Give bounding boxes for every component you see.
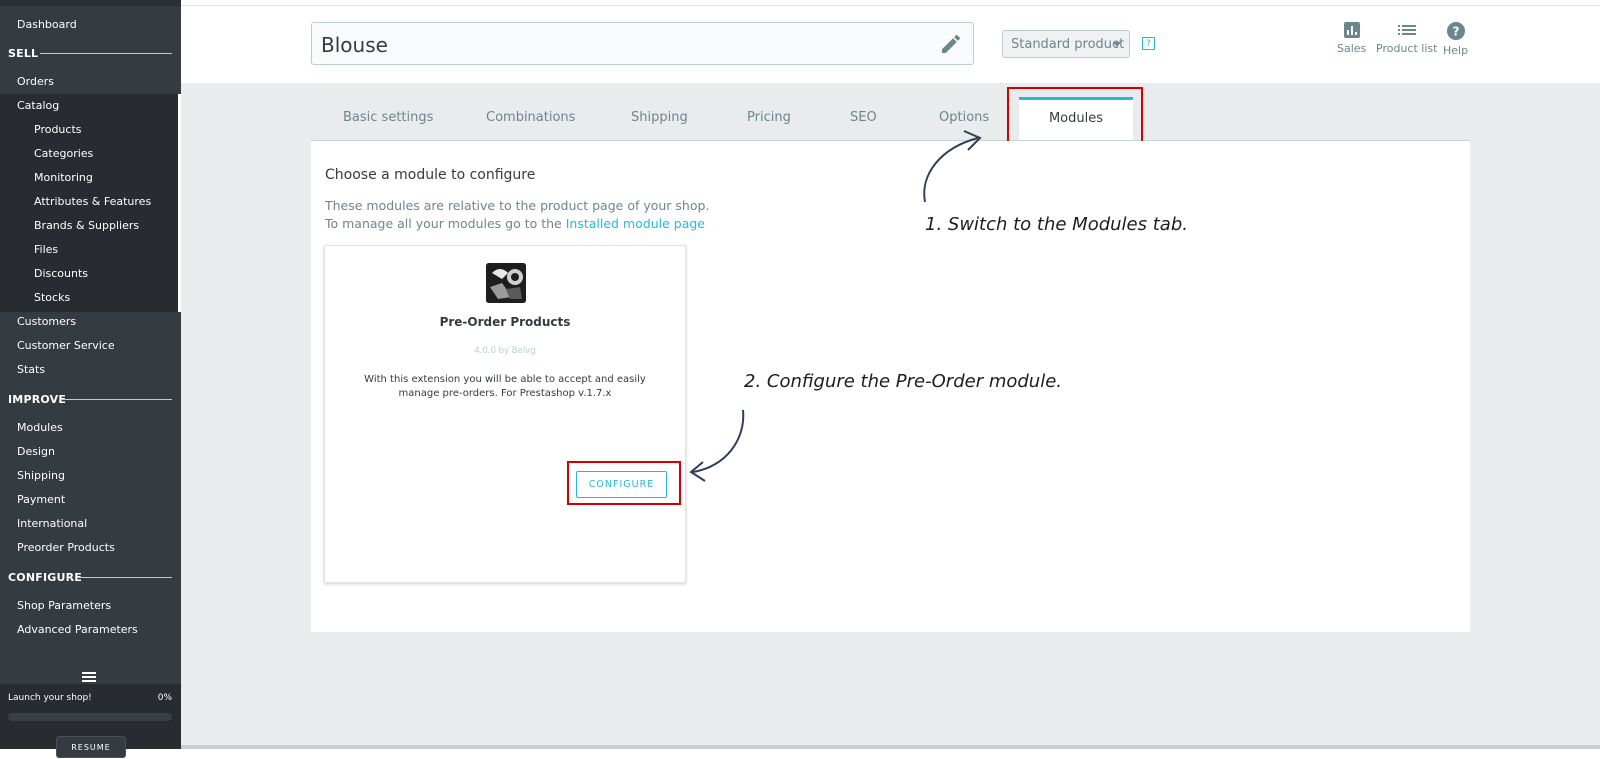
launch-shop-text: Launch your shop! <box>8 693 92 703</box>
installed-module-link[interactable]: Installed module page <box>566 216 705 231</box>
tab-seo[interactable]: SEO <box>850 110 877 125</box>
sidebar-item-modules[interactable]: Modules <box>17 421 63 434</box>
svg-text:?: ? <box>1452 25 1459 39</box>
product-name-field[interactable]: Blouse <box>311 22 974 65</box>
panel-description-line2: To manage all your modules go to the Ins… <box>325 216 705 231</box>
sidebar-item-international[interactable]: International <box>17 517 87 530</box>
product-type-value: Standard product <box>1011 37 1125 52</box>
sidebar-item-advanced-parameters[interactable]: Advanced Parameters <box>17 623 138 636</box>
sidebar-subitem-products[interactable]: Products <box>34 123 82 136</box>
tab-basic-settings[interactable]: Basic settings <box>343 110 433 125</box>
sidebar-section-configure: CONFIGURE <box>8 571 82 584</box>
help-label: Help <box>1443 44 1469 57</box>
bar-chart-icon <box>1343 22 1360 38</box>
tab-options[interactable]: Options <box>939 110 989 125</box>
sidebar-item-payment[interactable]: Payment <box>17 493 65 506</box>
panel-description: These modules are relative to the produc… <box>325 198 710 213</box>
resume-button[interactable]: RESUME <box>56 736 126 758</box>
sidebar-item-dashboard[interactable]: Dashboard <box>17 18 77 31</box>
annotation-step-2: 2. Configure the Pre-Order module. <box>744 371 1062 392</box>
sidebar-top-strip <box>0 0 181 6</box>
sales-button[interactable]: Sales <box>1337 22 1366 55</box>
tab-shipping[interactable]: Shipping <box>631 110 688 125</box>
sidebar-item-stats[interactable]: Stats <box>17 363 45 376</box>
sidebar-subitem-brands[interactable]: Brands & Suppliers <box>34 219 139 232</box>
panel-title: Choose a module to configure <box>325 167 536 183</box>
sidebar-subitem-files[interactable]: Files <box>34 243 58 256</box>
sidebar-section-improve: IMPROVE <box>8 393 67 406</box>
bottom-scrollbar <box>181 745 1600 749</box>
module-name: Pre-Order Products <box>439 315 571 329</box>
caret-down-icon <box>1113 42 1121 47</box>
annotation-step-1: 1. Switch to the Modules tab. <box>925 214 1188 235</box>
launch-progress-percent: 0% <box>157 693 172 703</box>
question-circle-icon: ? <box>1446 22 1465 40</box>
sidebar-item-catalog[interactable]: Catalog <box>17 99 59 112</box>
sidebar-item-shipping[interactable]: Shipping <box>17 469 65 482</box>
launch-progress-bar <box>8 713 172 721</box>
sidebar-subitem-attributes[interactable]: Attributes & Features <box>34 195 151 208</box>
divider <box>78 577 172 578</box>
sidebar-subitem-discounts[interactable]: Discounts <box>34 267 88 280</box>
sidebar-item-design[interactable]: Design <box>17 445 55 458</box>
sidebar-item-orders[interactable]: Orders <box>17 75 54 88</box>
product-list-label: Product list <box>1376 42 1438 55</box>
tab-pricing[interactable]: Pricing <box>747 110 791 125</box>
sidebar-subitem-monitoring[interactable]: Monitoring <box>34 171 93 184</box>
sidebar-item-preorder-products[interactable]: Preorder Products <box>17 541 115 554</box>
header-top-divider <box>181 5 1600 6</box>
divider <box>62 399 172 400</box>
sidebar-section-sell: SELL <box>8 47 39 60</box>
module-version: 4.0.0 by Belvg <box>474 346 536 356</box>
module-logo-icon <box>486 263 526 303</box>
product-list-button[interactable]: Product list <box>1376 22 1437 55</box>
sidebar-subitem-categories[interactable]: Categories <box>34 147 93 160</box>
product-name-value: Blouse <box>321 33 388 57</box>
divider <box>40 53 172 54</box>
sales-label: Sales <box>1337 42 1367 55</box>
sidebar-item-customer-service[interactable]: Customer Service <box>17 339 115 352</box>
modules-tab-highlight <box>1007 87 1143 147</box>
sidebar-item-customers[interactable]: Customers <box>17 315 76 328</box>
configure-button-highlight <box>567 461 681 505</box>
tab-combinations[interactable]: Combinations <box>486 110 575 125</box>
list-icon <box>1397 25 1416 35</box>
product-type-help-icon[interactable]: ? <box>1142 37 1155 50</box>
sidebar-subitem-stocks[interactable]: Stocks <box>34 291 70 304</box>
menu-collapse-icon[interactable] <box>82 672 96 684</box>
sidebar-item-shop-parameters[interactable]: Shop Parameters <box>17 599 111 612</box>
panel-description-prefix: To manage all your modules go to the <box>325 216 566 231</box>
pencil-icon[interactable] <box>939 32 963 56</box>
help-button[interactable]: ? Help <box>1443 22 1468 57</box>
product-type-select[interactable]: Standard product <box>1002 30 1130 58</box>
module-description: With this extension you will be able to … <box>364 374 646 399</box>
